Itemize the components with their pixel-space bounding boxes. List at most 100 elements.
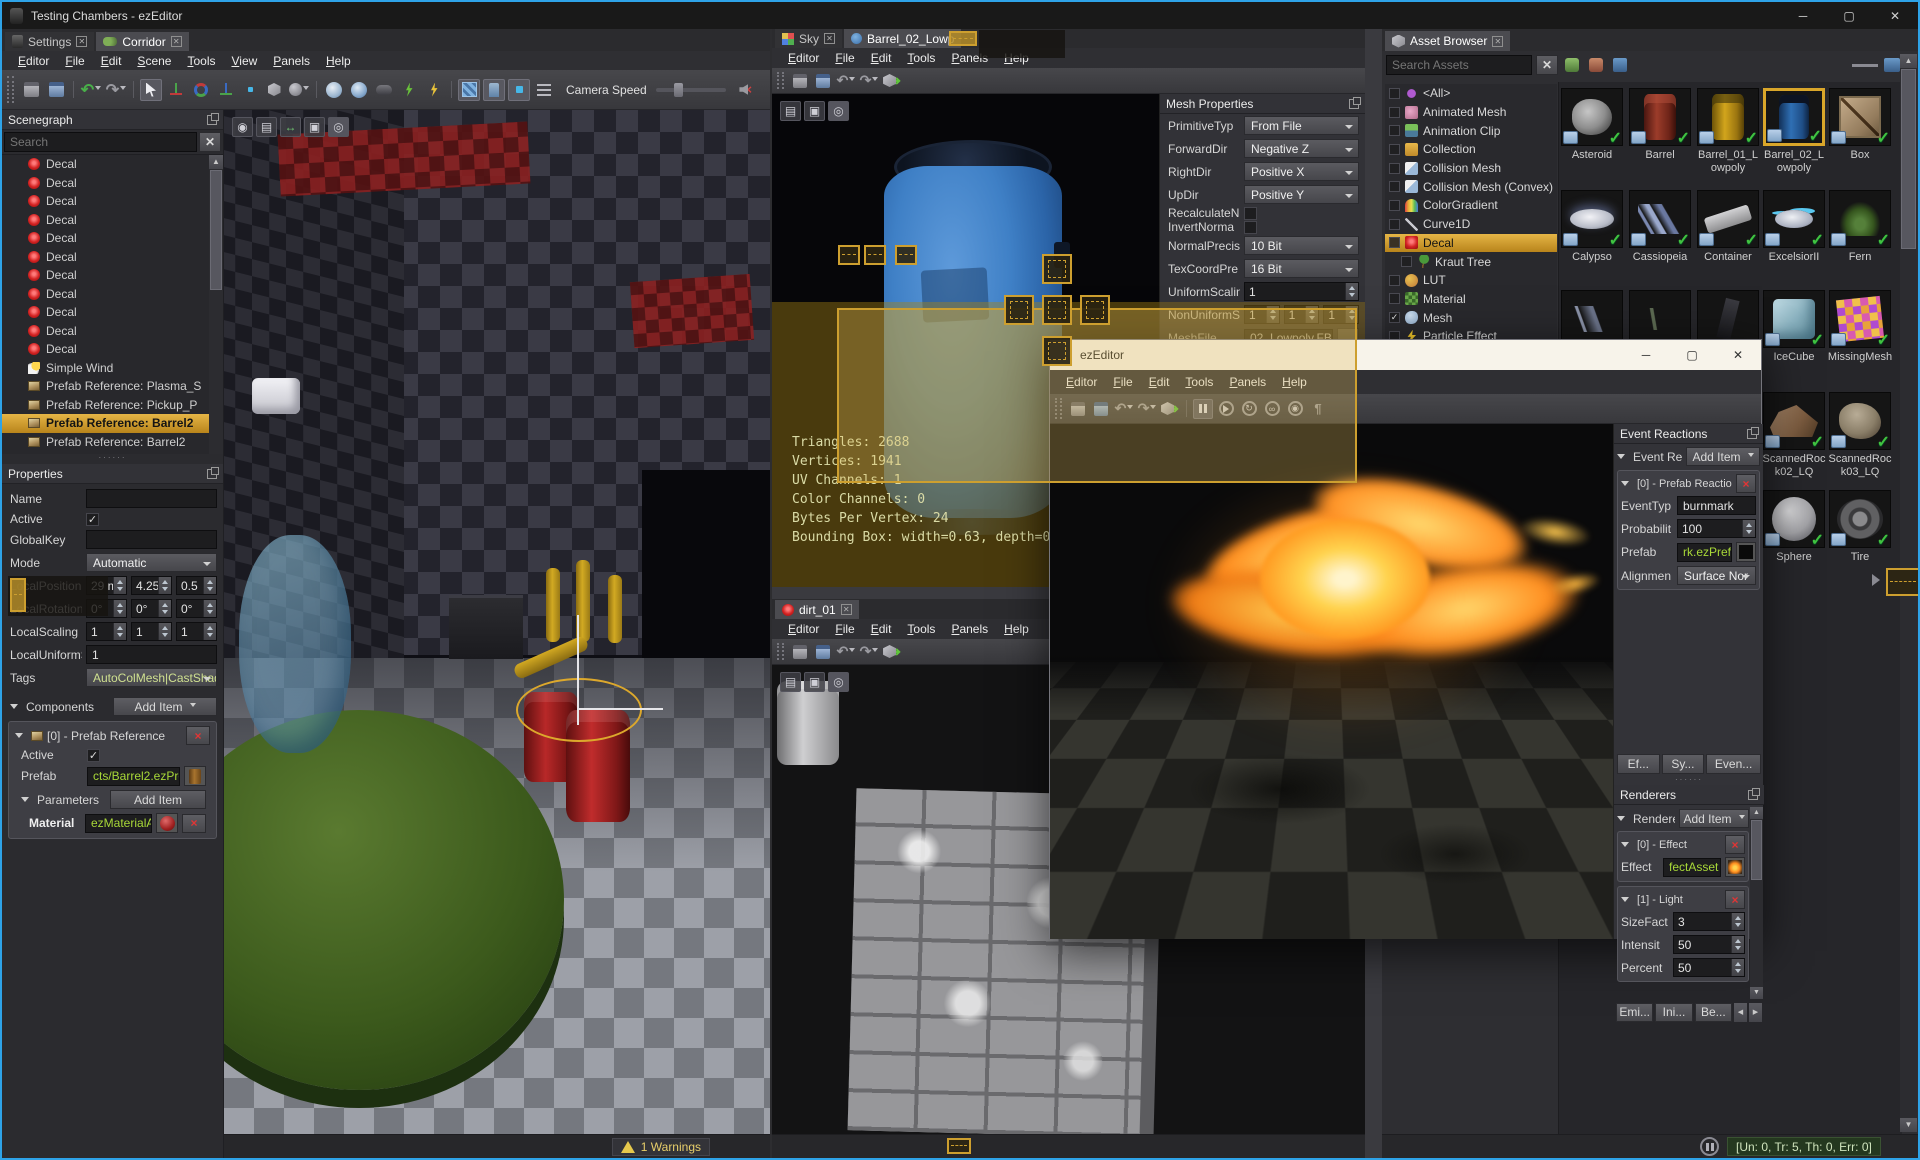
menu-view[interactable]: View [223, 52, 265, 70]
undock-icon[interactable] [1748, 787, 1760, 800]
camera-view-icon[interactable]: ◉ [232, 117, 253, 137]
redo-button[interactable]: ↷ [105, 79, 127, 101]
list-item[interactable]: Decal [2, 192, 223, 211]
effect-asset-field[interactable]: fectAsset [1663, 857, 1721, 877]
effect-asset-thumbnail[interactable] [1725, 857, 1745, 877]
dock-target-left-icon[interactable] [1004, 295, 1034, 325]
snap-dot-button[interactable] [240, 80, 260, 100]
recalculate-normals-checkbox[interactable] [1244, 206, 1257, 220]
layers-icon[interactable]: ▤ [256, 117, 277, 137]
invert-normals-checkbox[interactable] [1244, 220, 1257, 234]
remove-component-icon[interactable]: × [186, 726, 210, 745]
asset-card[interactable]: ✓ ExcelsiorII [1761, 190, 1827, 264]
pause-icon[interactable] [1700, 1137, 1719, 1156]
add-renderer-button[interactable]: Add Item [1679, 809, 1749, 828]
render-mode-button[interactable] [458, 78, 480, 101]
menu-editor[interactable]: Editor [780, 620, 827, 638]
scroll-up-icon[interactable]: ▲ [209, 155, 223, 169]
scaling-z-stepper[interactable]: 1 [176, 622, 217, 641]
close-tab-icon[interactable]: ✕ [76, 36, 88, 47]
tab-corridor[interactable]: Corridor ✕ [96, 32, 189, 51]
audio-muted-icon[interactable]: × [735, 79, 757, 101]
name-field[interactable] [86, 489, 217, 508]
maximize-icon[interactable]: ▢ [1669, 340, 1715, 370]
collapse-arrow-icon[interactable] [21, 796, 29, 806]
scrollbar-thumb[interactable] [1751, 820, 1762, 880]
tree-item-decal[interactable]: Decal [1385, 233, 1557, 253]
asset-card[interactable]: ✓ IceCube [1761, 290, 1827, 364]
list-item[interactable]: Decal [2, 340, 223, 359]
collapse-arrow-icon[interactable] [1621, 841, 1629, 851]
tab-events[interactable]: Even... [1706, 754, 1761, 774]
clear-search-icon[interactable]: ✕ [199, 132, 221, 152]
collapse-arrow-icon[interactable] [1621, 896, 1629, 906]
list-item[interactable]: Decal [2, 174, 223, 193]
prefab-asset-field[interactable]: cts/Barrel2.ezPrefab [87, 766, 180, 786]
tab-initialization[interactable]: Ini... [1655, 1002, 1693, 1022]
tab-scroll-right-icon[interactable]: ▶ [1748, 1002, 1762, 1022]
screenshot-icon[interactable]: ▣ [304, 117, 325, 137]
menu-scene[interactable]: Scene [129, 52, 179, 70]
list-item[interactable]: Decal [2, 285, 223, 304]
camera-lock-icon[interactable]: ◎ [328, 117, 349, 137]
alignment-dropdown[interactable]: Surface Nor [1677, 566, 1756, 585]
asset-card[interactable]: ✓ ScannedRock03_LQ [1827, 392, 1893, 478]
undock-icon[interactable] [1349, 96, 1361, 109]
percentage-stepper[interactable]: 50 [1673, 958, 1745, 977]
tree-item-animated-mesh[interactable]: Animated Mesh [1385, 103, 1557, 122]
remove-parameter-icon[interactable]: × [182, 813, 206, 833]
rotation-y-stepper[interactable]: 0° [131, 599, 172, 618]
export-asset-button[interactable]: ➔ [882, 71, 902, 91]
maximize-icon[interactable]: ▢ [1826, 2, 1872, 29]
select-tool-button[interactable] [140, 78, 162, 101]
grid-toggle-button[interactable] [508, 78, 530, 101]
material-asset-thumbnail[interactable] [156, 813, 178, 833]
asset-card[interactable]: ✓ ScannedRock02_LQ [1761, 392, 1827, 478]
mode-dropdown[interactable]: Automatic [86, 553, 217, 572]
redo-button[interactable]: ↷ [859, 642, 879, 662]
list-item[interactable]: Prefab Reference: Plasma_S [2, 377, 223, 396]
remove-component-icon[interactable]: × [1725, 890, 1745, 909]
event-type-field[interactable]: burnmark [1677, 496, 1756, 515]
list-item[interactable]: Simple Wind [2, 359, 223, 378]
globalkey-field[interactable] [86, 530, 217, 549]
search-assets-input[interactable] [1386, 55, 1532, 75]
list-item[interactable]: Decal [2, 303, 223, 322]
export-image-icon[interactable]: ▣ [804, 672, 825, 692]
menu-panels[interactable]: Panels [943, 620, 996, 638]
undo-button[interactable]: ↶ [836, 642, 856, 662]
menu-panels[interactable]: Panels [265, 52, 318, 70]
prefab-asset-thumbnail[interactable] [1736, 542, 1756, 562]
tab-behavior[interactable]: Be... [1694, 1002, 1732, 1022]
mesh-box-button[interactable] [263, 79, 285, 101]
play-scene-button[interactable] [323, 79, 345, 101]
list-item-selected[interactable]: Prefab Reference: Barrel2 [2, 414, 223, 433]
tree-item-material[interactable]: Material [1385, 290, 1557, 309]
menu-edit[interactable]: Edit [93, 52, 130, 70]
tree-item-mesh[interactable]: ✓ Mesh [1385, 308, 1557, 327]
asset-card[interactable]: ✓ Box [1827, 88, 1893, 162]
list-item[interactable]: Decal [2, 229, 223, 248]
tab-scroll-left-icon[interactable]: ◀ [1733, 1002, 1747, 1022]
collapse-arrow-icon[interactable] [1621, 480, 1629, 490]
mesh-properties-header[interactable]: Mesh Properties [1160, 94, 1365, 114]
transform-assets-icon[interactable] [1586, 55, 1606, 75]
undock-icon[interactable] [207, 112, 219, 125]
tree-item-all[interactable]: <All> [1385, 84, 1557, 103]
up-dir-dropdown[interactable]: Positive Y [1244, 185, 1359, 204]
tree-item-colorgradient[interactable]: ColorGradient [1385, 196, 1557, 215]
grid-view-icon[interactable] [1884, 58, 1900, 72]
properties-header[interactable]: Properties [2, 464, 223, 484]
undo-button[interactable]: ↶ [80, 79, 102, 101]
add-event-reaction-button[interactable]: Add Item [1686, 447, 1760, 466]
menu-editor[interactable]: Editor [10, 52, 57, 70]
uniform-scaling-stepper[interactable]: 1 [1244, 282, 1359, 301]
splitter-handle[interactable]: ······ [1614, 776, 1764, 785]
gizmo-axis[interactable] [577, 708, 663, 710]
menu-edit[interactable]: Edit [863, 49, 900, 67]
tab-asset-browser[interactable]: Asset Browser ✕ [1385, 31, 1511, 51]
add-component-button[interactable]: Add Item [113, 697, 217, 716]
list-view-icon[interactable] [1610, 55, 1630, 75]
menu-help[interactable]: Help [318, 52, 359, 70]
close-tab-icon[interactable]: ✕ [170, 36, 182, 47]
